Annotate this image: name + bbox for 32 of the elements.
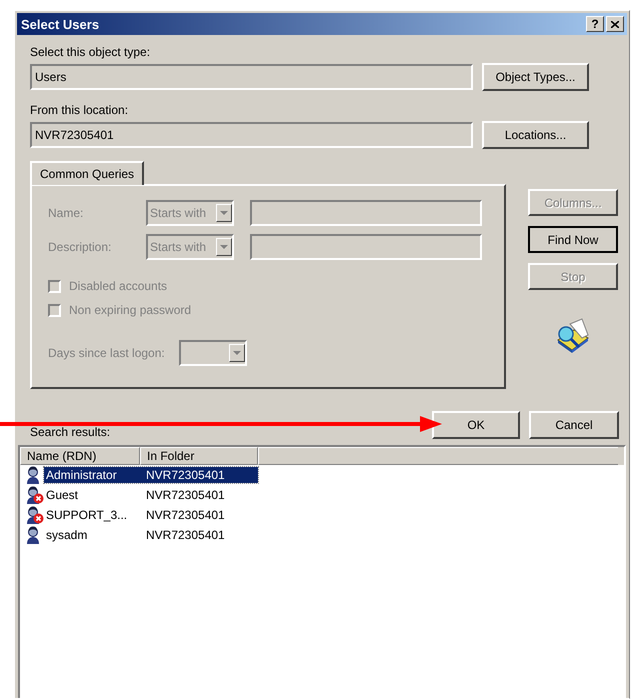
dropdown-arrow-icon [220,244,228,250]
result-row[interactable]: SUPPORT_3... NVR72305401 [44,507,258,523]
browse-button[interactable]: Locations... [482,121,589,149]
browse-button[interactable]: Object Types... [482,63,589,91]
column-header[interactable]: Name (RDN) [20,447,140,465]
field-label: From this location: [30,103,130,117]
field-label: Select this object type: [30,45,152,59]
input-field[interactable] [250,200,482,226]
input-field[interactable] [250,234,482,260]
field-label: Days since last logon: [48,346,165,360]
cancel-button[interactable]: Cancel [529,411,619,439]
field-label: Description: [48,240,112,254]
checkbox-label: Disabled accounts [69,279,168,293]
checkbox-label: Non expiring password [69,303,192,317]
window-title: Select Users [21,16,100,32]
close-icon [611,20,619,28]
days-dropdown[interactable] [178,340,247,366]
close-button[interactable] [606,16,624,32]
field-label: Name: [48,206,84,220]
dropdown-arrow-icon [220,210,228,216]
help-button[interactable]: ? [586,16,604,32]
input-field[interactable]: Users [30,64,473,90]
action-button[interactable]: Find Now [528,226,618,253]
tab[interactable]: Common Queries [30,161,144,185]
dropdown-arrow-icon [232,350,241,356]
result-row[interactable]: Administrator NVR72305401 [44,467,258,483]
ok-button[interactable]: OK [432,411,520,439]
result-row[interactable]: sysadm NVR72305401 [44,527,258,543]
result-row[interactable]: Guest NVR72305401 [44,487,258,503]
input-field[interactable]: NVR72305401 [30,122,473,148]
results-label: Search results: [30,425,110,439]
column-header[interactable]: In Folder [140,447,258,465]
